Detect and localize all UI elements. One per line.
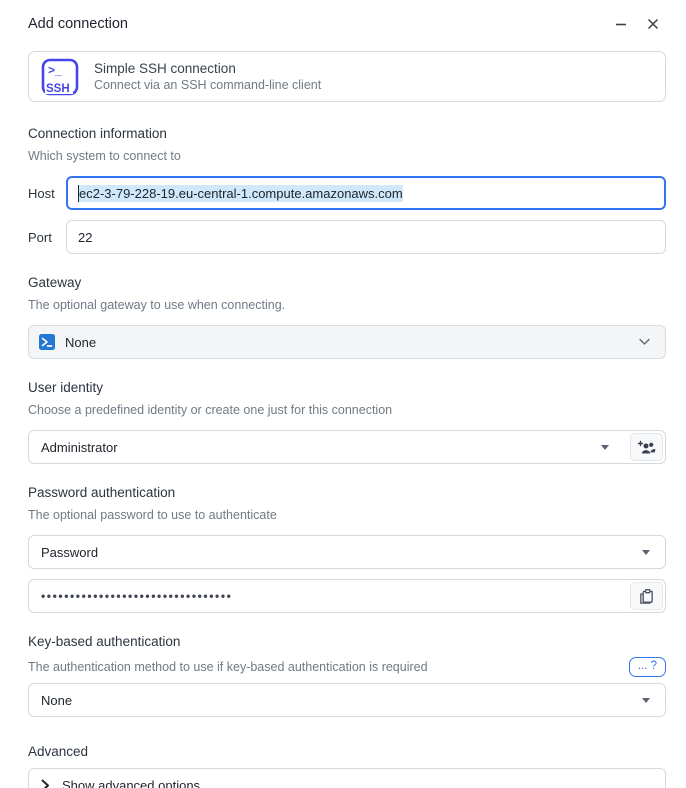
connection-type-card: >_ SSH Simple SSH connection Connect via… [28, 51, 666, 102]
gateway-select[interactable]: None [28, 325, 666, 359]
port-row: Port 22 [28, 220, 666, 254]
port-input[interactable]: 22 [66, 220, 666, 254]
card-title: Simple SSH connection [94, 61, 321, 76]
section-key-based-authentication: Key-based authentication The authenticat… [28, 634, 666, 717]
host-row: Host ec2-3-79-228-19.eu-central-1.comput… [28, 176, 666, 210]
copy-icon [638, 588, 655, 605]
section-user-identity: User identity Choose a predefined identi… [28, 380, 666, 464]
key-auth-subheading: The authentication method to use if key-… [28, 660, 428, 674]
host-selected-text: ec2-3-79-228-19.eu-central-1.compute.ama… [79, 185, 403, 202]
card-subtitle: Connect via an SSH command-line client [94, 78, 321, 92]
powershell-icon [39, 334, 55, 350]
port-value: 22 [78, 230, 92, 245]
svg-text:SSH: SSH [46, 83, 70, 95]
connection-heading: Connection information [28, 126, 666, 141]
host-label: Host [28, 186, 66, 201]
card-text: Simple SSH connection Connect via an SSH… [94, 61, 321, 92]
page-title: Add connection [28, 16, 128, 32]
identity-heading: User identity [28, 380, 666, 395]
section-connection-information: Connection information Which system to c… [28, 126, 666, 254]
ssh-badge-icon: >_ SSH [40, 57, 80, 97]
gateway-subheading: The optional gateway to use when connect… [28, 298, 666, 312]
window-controls [610, 13, 666, 35]
gateway-selected-value: None [65, 335, 96, 350]
chevron-right-icon [41, 779, 50, 788]
section-gateway: Gateway The optional gateway to use when… [28, 275, 666, 359]
host-input[interactable]: ec2-3-79-228-19.eu-central-1.compute.ama… [66, 176, 666, 210]
close-button[interactable] [642, 13, 664, 35]
add-connection-dialog: Add connection >_ SSH Simple SSH connect… [0, 0, 686, 788]
svg-text:>_: >_ [48, 63, 62, 77]
minimize-button[interactable] [610, 13, 632, 35]
copy-password-button[interactable] [630, 582, 663, 610]
minimize-icon [615, 18, 627, 30]
window-titlebar: Add connection [28, 0, 666, 39]
password-heading: Password authentication [28, 485, 666, 500]
advanced-heading: Advanced [28, 744, 666, 759]
identity-combobox[interactable]: Administrator [28, 430, 666, 464]
dropdown-arrow-icon [642, 550, 650, 555]
password-method-value: Password [29, 545, 642, 560]
section-password-authentication: Password authentication The optional pas… [28, 485, 666, 613]
advanced-toggle[interactable]: Show advanced options [28, 768, 666, 788]
connection-subheading: Which system to connect to [28, 149, 666, 163]
add-person-icon [637, 440, 656, 455]
gateway-heading: Gateway [28, 275, 666, 290]
password-masked-value: ••••••••••••••••••••••••••••••••• [29, 589, 624, 603]
port-label: Port [28, 230, 66, 245]
chevron-down-icon [639, 338, 650, 346]
advanced-toggle-label: Show advanced options [62, 778, 200, 788]
identity-selected-value: Administrator [29, 440, 601, 455]
add-identity-button[interactable] [630, 433, 663, 461]
key-auth-select[interactable]: None [28, 683, 666, 717]
password-method-select[interactable]: Password [28, 535, 666, 569]
dropdown-arrow-icon [601, 445, 609, 450]
close-icon [647, 18, 659, 30]
identity-subheading: Choose a predefined identity or create o… [28, 403, 666, 417]
key-auth-help-button[interactable]: ... ? [629, 657, 666, 677]
help-label: ... ? [638, 660, 657, 673]
key-auth-heading: Key-based authentication [28, 634, 666, 649]
password-subheading: The optional password to use to authenti… [28, 508, 666, 522]
key-auth-selected-value: None [29, 693, 642, 708]
password-input[interactable]: ••••••••••••••••••••••••••••••••• [28, 579, 666, 613]
dropdown-arrow-icon [642, 698, 650, 703]
section-advanced: Advanced Show advanced options [28, 744, 666, 788]
